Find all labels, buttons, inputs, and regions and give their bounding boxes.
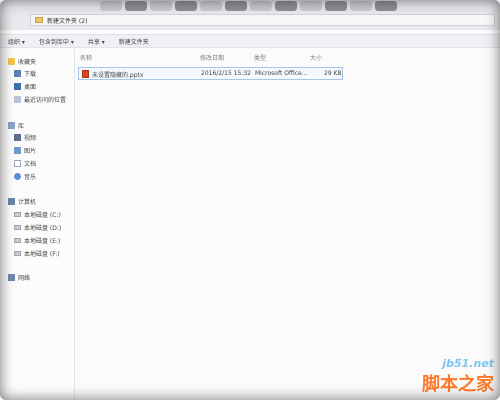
video-icon xyxy=(14,134,21,141)
nav-drive-f[interactable]: 本地磁盘 (F:) xyxy=(14,249,60,258)
nav-videos[interactable]: 视频 xyxy=(14,133,36,142)
file-row[interactable]: 未设置隐藏的.pptx 2016/2/15 15:32 Microsoft Of… xyxy=(78,67,343,80)
new-folder-button[interactable]: 新建文件夹 xyxy=(119,37,149,46)
column-size[interactable]: 大小 xyxy=(310,53,322,62)
file-name: 未设置隐藏的.pptx xyxy=(92,72,144,79)
drive-icon xyxy=(14,225,21,230)
nav-recent[interactable]: 最近访问的位置 xyxy=(14,95,66,104)
share-button[interactable]: 共享 ▾ xyxy=(88,37,105,46)
recent-places-icon xyxy=(14,96,21,103)
library-icon xyxy=(8,122,15,129)
watermark-name: 脚本之家 xyxy=(422,374,494,395)
document-icon xyxy=(14,160,21,167)
downloads-icon xyxy=(14,70,21,77)
file-size: 29 KB xyxy=(324,70,342,77)
organize-button[interactable]: 组织 ▾ xyxy=(8,37,25,46)
taskbar-thumbnails xyxy=(0,0,500,14)
nav-music[interactable]: 音乐 xyxy=(14,172,36,181)
nav-favorites[interactable]: 收藏夹 xyxy=(8,57,36,66)
drive-icon xyxy=(14,212,21,217)
title-bar: 新建文件夹 (2) xyxy=(0,0,500,30)
computer-icon xyxy=(8,198,15,205)
file-type: Microsoft Office... xyxy=(255,70,308,77)
network-icon xyxy=(8,274,15,281)
nav-pictures[interactable]: 图片 xyxy=(14,146,36,155)
powerpoint-file-icon xyxy=(82,70,89,78)
include-in-library-button[interactable]: 包含到库中 ▾ xyxy=(39,37,74,46)
column-type[interactable]: 类型 xyxy=(254,53,266,62)
watermark: jb51.net 脚本之家 xyxy=(422,357,494,396)
watermark-site: jb51.net xyxy=(442,357,494,370)
column-headers: 名称 修改日期 类型 大小 xyxy=(78,52,418,62)
picture-icon xyxy=(14,147,21,154)
file-date: 2016/2/15 15:32 xyxy=(201,70,251,77)
nav-computer[interactable]: 计算机 xyxy=(8,197,36,206)
nav-libraries[interactable]: 库 xyxy=(8,121,24,130)
nav-drive-e[interactable]: 本地磁盘 (E:) xyxy=(14,236,60,245)
star-icon xyxy=(8,58,15,65)
nav-desktop[interactable]: 桌面 xyxy=(14,82,36,91)
column-name[interactable]: 名称 xyxy=(80,53,92,62)
navigation-pane: 收藏夹 下载 桌面 最近访问的位置 库 视频 图片 文档 音乐 计算机 本地磁盘… xyxy=(0,49,75,400)
music-icon xyxy=(14,173,21,180)
address-path: 新建文件夹 (2) xyxy=(47,17,88,25)
command-bar: 组织 ▾ 包含到库中 ▾ 共享 ▾ 新建文件夹 xyxy=(0,34,500,48)
nav-downloads[interactable]: 下载 xyxy=(14,69,36,78)
nav-network[interactable]: 网络 xyxy=(8,273,30,282)
drive-icon xyxy=(14,251,21,256)
nav-drive-d[interactable]: 本地磁盘 (D:) xyxy=(14,223,61,232)
nav-drive-c[interactable]: 本地磁盘 (C:) xyxy=(14,210,61,219)
desktop-icon xyxy=(14,83,21,90)
column-date[interactable]: 修改日期 xyxy=(200,53,224,62)
nav-documents[interactable]: 文档 xyxy=(14,159,36,168)
explorer-window: 新建文件夹 (2) 组织 ▾ 包含到库中 ▾ 共享 ▾ 新建文件夹 收藏夹 下载… xyxy=(0,0,500,400)
address-bar[interactable]: 新建文件夹 (2) xyxy=(30,14,495,26)
folder-icon xyxy=(35,17,43,23)
drive-icon xyxy=(14,238,21,243)
